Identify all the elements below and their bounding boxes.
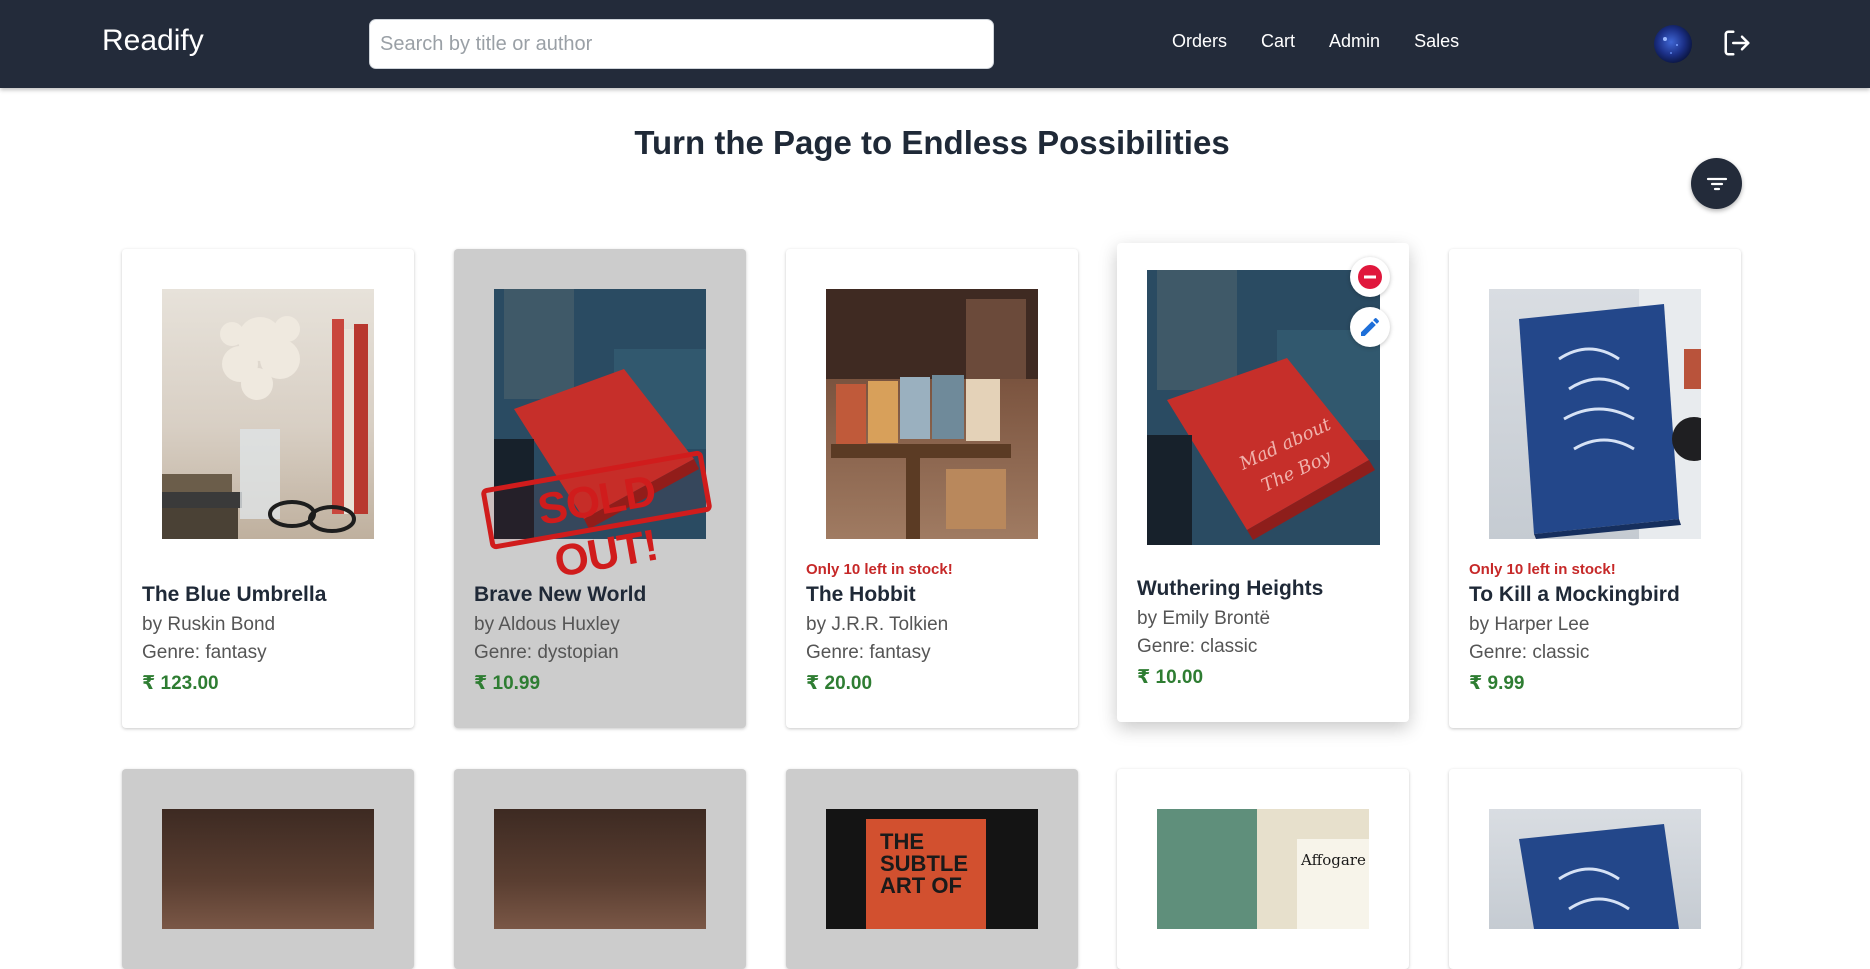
book-author: by J.R.R. Tolkien [806,614,949,635]
book-card[interactable]: The Blue Umbrella by Ruskin Bond Genre: … [122,249,414,728]
book-cover[interactable]: THE SUBTLE ART OF [826,809,1038,929]
top-navbar: Readify Orders Cart Admin Sales [0,0,1870,88]
search-input[interactable] [369,19,994,69]
book-card-sold-out[interactable] [122,769,414,969]
book-author: by Ruskin Bond [142,614,276,635]
book-author: by Emily Brontë [1137,608,1271,629]
book-author: by Aldous Huxley [474,614,620,635]
book-cover[interactable]: Mad about The Boy [1147,270,1380,545]
svg-text:ART OF: ART OF [880,873,962,898]
book-genre: Genre: fantasy [142,642,267,663]
stock-warning: Only 10 left in stock! [806,561,953,578]
stock-warning: Only 10 left in stock! [1469,561,1616,578]
book-cover[interactable] [494,809,706,929]
pencil-icon [1361,317,1380,336]
book-card-sold-out[interactable]: SOLD OUT! Brave New World by Aldous Huxl… [454,249,746,728]
book-genre: Genre: dystopian [474,642,619,663]
book-genre: Genre: classic [1137,636,1258,657]
user-avatar[interactable] [1654,25,1692,63]
book-card-sold-out[interactable] [454,769,746,969]
minus-circle-icon [1358,265,1382,289]
book-cover[interactable] [162,809,374,929]
page-heading: Turn the Page to Endless Possibilities [634,124,1230,161]
book-card[interactable]: Affogare [1117,769,1409,969]
book-card-hovered[interactable]: Mad about The Boy Wuthering Heights by E… [1117,243,1409,722]
nav-sales[interactable]: Sales [1414,31,1459,52]
book-title[interactable]: Brave New World [474,583,646,607]
nav-orders[interactable]: Orders [1172,31,1227,52]
filter-icon [1706,177,1727,190]
nav-admin[interactable]: Admin [1329,31,1380,52]
book-cover[interactable] [162,289,374,539]
book-genre: Genre: classic [1469,642,1590,663]
brand-logo[interactable]: Readify [102,24,204,58]
book-price: ₹ 20.00 [806,673,873,694]
book-author: by Harper Lee [1469,614,1590,635]
svg-text:Affogare: Affogare [1300,851,1366,869]
book-title[interactable]: Wuthering Heights [1137,577,1323,601]
filter-button[interactable] [1691,158,1742,209]
book-card[interactable]: Only 10 left in stock! The Hobbit by J.R… [786,249,1078,728]
edit-book-button[interactable] [1350,307,1390,347]
book-cover[interactable] [1489,289,1701,539]
remove-book-button[interactable] [1350,257,1390,297]
book-price: ₹ 9.99 [1469,673,1525,694]
logout-icon[interactable] [1722,28,1752,58]
book-price: ₹ 10.00 [1137,667,1204,688]
book-cover[interactable] [1489,809,1701,929]
book-price: ₹ 10.99 [474,673,541,694]
book-cover[interactable]: Affogare [1157,809,1369,929]
book-cover[interactable] [826,289,1038,539]
book-title[interactable]: The Hobbit [806,583,916,607]
book-card[interactable] [1449,769,1741,969]
nav-cart[interactable]: Cart [1261,31,1295,52]
book-card-sold-out[interactable]: THE SUBTLE ART OF [786,769,1078,969]
book-title[interactable]: To Kill a Mockingbird [1469,583,1680,607]
nav-links: Orders Cart Admin Sales [1172,31,1493,52]
book-cover[interactable]: SOLD OUT! [480,289,713,587]
book-genre: Genre: fantasy [806,642,931,663]
book-card[interactable]: Only 10 left in stock! To Kill a Mocking… [1449,249,1741,728]
book-title[interactable]: The Blue Umbrella [142,583,326,607]
book-price: ₹ 123.00 [142,673,219,694]
